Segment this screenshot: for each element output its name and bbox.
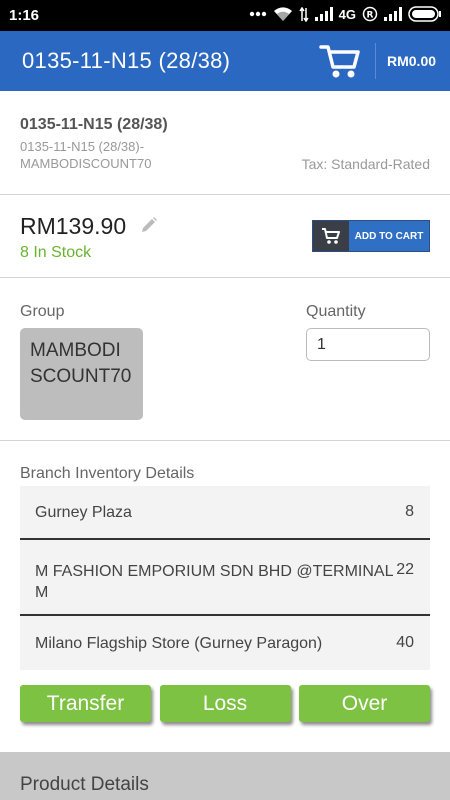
group-chip[interactable]: MAMBODISCOUNT70 [20, 328, 143, 420]
transfer-button[interactable]: Transfer [20, 685, 151, 722]
status-icons: 4G R [249, 6, 442, 22]
branch-name: M FASHION EMPORIUM SDN BHD @TERMINAL M [35, 563, 393, 601]
network-type: 4G [338, 6, 356, 22]
price-section: RM139.90 8 In Stock ADD TO CART [0, 196, 450, 278]
branch-qty: 8 [405, 503, 414, 520]
edit-price-icon[interactable] [140, 216, 158, 239]
status-bar: 1:16 4G R [0, 0, 450, 31]
list-item: M FASHION EMPORIUM SDN BHD @TERMINAL M 2… [20, 540, 430, 616]
wifi-icon [273, 6, 293, 22]
status-time: 1:16 [9, 7, 40, 24]
add-to-cart-label: ADD TO CART [349, 221, 429, 251]
svg-text:R: R [367, 11, 374, 21]
quantity-input[interactable] [306, 328, 430, 361]
product-header: 0135-11-N15 (28/38) 0135-11-N15 (28/38)-… [0, 91, 450, 195]
cart-button[interactable] [318, 41, 362, 81]
add-to-cart-button[interactable]: ADD TO CART [312, 220, 430, 252]
list-item: Gurney Plaza 8 [20, 486, 430, 540]
list-item: Milano Flagship Store (Gurney Paragon) 4… [20, 616, 430, 670]
group-quantity-section: Group MAMBODISCOUNT70 Quantity [0, 279, 450, 441]
product-code: 0135-11-N15 (28/38)-MAMBODISCOUNT70 [20, 139, 152, 171]
quantity-label: Quantity [306, 303, 366, 320]
more-dots-icon [249, 11, 267, 17]
product-details-header[interactable]: Product Details [0, 752, 450, 800]
product-price: RM139.90 [20, 213, 127, 239]
roaming-icon: R [362, 6, 378, 22]
signal-icon-2 [384, 7, 402, 21]
inventory-actions: Transfer Loss Over [20, 685, 430, 722]
signal-icon [314, 7, 333, 21]
product-details-label: Product Details [20, 774, 149, 795]
branch-qty: 22 [396, 561, 414, 578]
cart-total: RM0.00 [387, 53, 437, 69]
data-arrows-icon [299, 6, 309, 22]
loss-button[interactable]: Loss [159, 685, 291, 722]
group-label: Group [20, 303, 65, 320]
battery-icon [408, 6, 442, 22]
cart-icon [313, 221, 349, 251]
product-tax: Tax: Standard-Rated [301, 156, 430, 172]
app-bar: 0135-11-N15 (28/38) RM0.00 [0, 31, 450, 91]
branch-name: Milano Flagship Store (Gurney Paragon) [35, 634, 323, 652]
branch-qty: 40 [396, 634, 414, 651]
app-bar-divider [375, 43, 376, 79]
branch-inventory-list: Gurney Plaza 8 M FASHION EMPORIUM SDN BH… [20, 486, 430, 670]
stock-status: 8 In Stock [20, 244, 92, 261]
over-button[interactable]: Over [299, 685, 430, 722]
page-title: 0135-11-N15 (28/38) [22, 48, 231, 73]
cart-icon [319, 45, 360, 78]
product-name: 0135-11-N15 (28/38) [20, 116, 168, 133]
branch-name: Gurney Plaza [35, 503, 132, 521]
branch-inventory-title: Branch Inventory Details [20, 465, 195, 482]
